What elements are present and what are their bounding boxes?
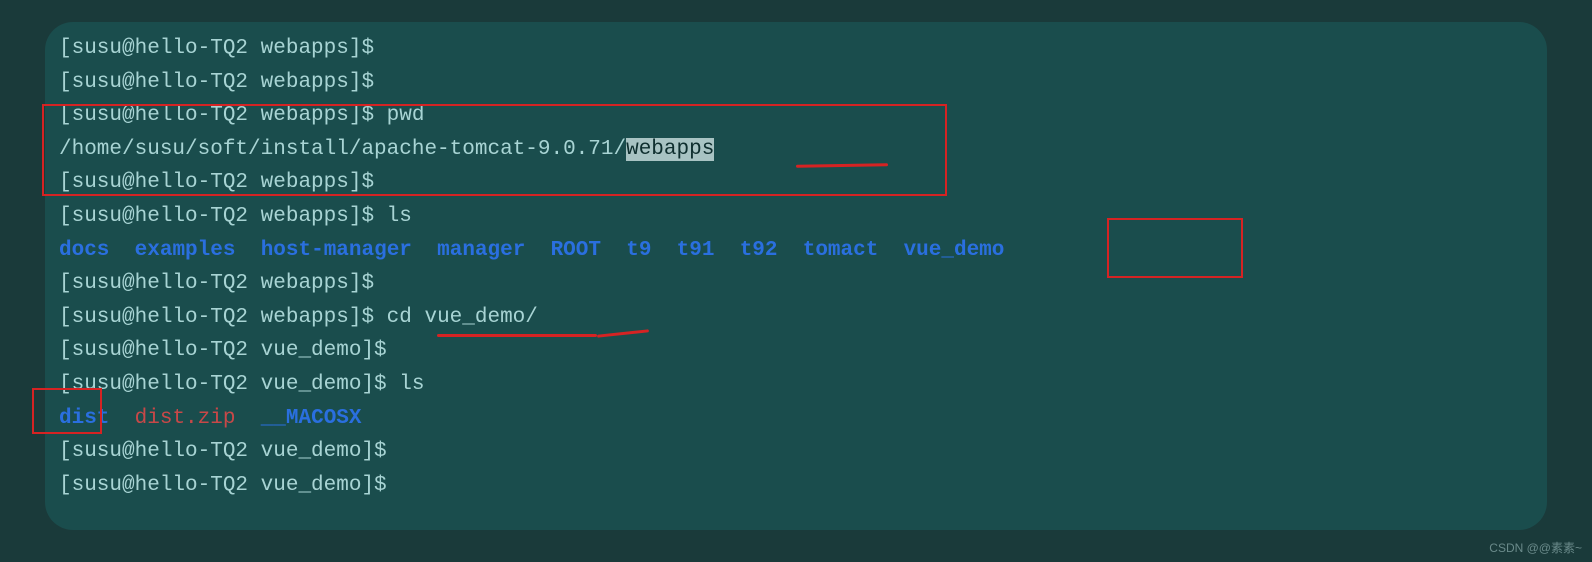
prompt: [susu@hello-TQ2 webapps]$ (59, 272, 387, 295)
dir-entry: examples (135, 239, 236, 262)
prompt: [susu@hello-TQ2 webapps]$ (59, 205, 387, 228)
terminal-line: [susu@hello-TQ2 webapps]$ (59, 66, 1533, 100)
dir-entry: host-manager (261, 239, 412, 262)
dir-entry: vue_demo (904, 239, 1005, 262)
prompt: [susu@hello-TQ2 webapps]$ (59, 104, 387, 127)
command-text: ls (399, 373, 424, 396)
prompt: [susu@hello-TQ2 vue_demo]$ (59, 440, 399, 463)
dir-entry: t9 (626, 239, 651, 262)
dir-entry: t92 (740, 239, 778, 262)
prompt: [susu@hello-TQ2 vue_demo]$ (59, 339, 399, 362)
watermark: CSDN @@素素~ (1489, 539, 1582, 558)
command-text: ls (387, 205, 412, 228)
terminal-line: [susu@hello-TQ2 webapps]$ (59, 166, 1533, 200)
terminal-line: [susu@hello-TQ2 vue_demo]$ (59, 334, 1533, 368)
terminal-line: [susu@hello-TQ2 vue_demo]$ ls (59, 368, 1533, 402)
file-entry: dist.zip (135, 407, 236, 430)
pwd-path: /home/susu/soft/install/apache-tomcat-9.… (59, 138, 626, 161)
dir-entry: __MACOSX (261, 407, 362, 430)
prompt: [susu@hello-TQ2 vue_demo]$ (59, 373, 399, 396)
ls-output: docs examples host-manager manager ROOT … (59, 234, 1533, 268)
pwd-selected: webapps (626, 138, 714, 161)
terminal-line: [susu@hello-TQ2 webapps]$ ls (59, 200, 1533, 234)
prompt: [susu@hello-TQ2 webapps]$ (59, 37, 387, 60)
prompt: [susu@hello-TQ2 vue_demo]$ (59, 474, 399, 497)
dir-entry: tomact (803, 239, 879, 262)
terminal-output: /home/susu/soft/install/apache-tomcat-9.… (59, 133, 1533, 167)
terminal-line: [susu@hello-TQ2 webapps]$ pwd (59, 99, 1533, 133)
dir-entry: docs (59, 239, 109, 262)
terminal-window[interactable]: [susu@hello-TQ2 webapps]$ [susu@hello-TQ… (45, 22, 1547, 530)
prompt: [susu@hello-TQ2 webapps]$ (59, 306, 387, 329)
annotation-underline (437, 334, 597, 337)
terminal-line: [susu@hello-TQ2 webapps]$ (59, 32, 1533, 66)
prompt: [susu@hello-TQ2 webapps]$ (59, 71, 387, 94)
dir-entry: dist (59, 407, 109, 430)
terminal-line: [susu@hello-TQ2 vue_demo]$ (59, 469, 1533, 503)
prompt: [susu@hello-TQ2 webapps]$ (59, 171, 387, 194)
command-text: pwd (387, 104, 425, 127)
dir-entry: t91 (677, 239, 715, 262)
dir-entry: ROOT (551, 239, 601, 262)
terminal-line: [susu@hello-TQ2 webapps]$ (59, 267, 1533, 301)
terminal-line: [susu@hello-TQ2 vue_demo]$ (59, 435, 1533, 469)
ls-output: dist dist.zip __MACOSX (59, 402, 1533, 436)
command-text: cd vue_demo/ (387, 306, 538, 329)
terminal-line: [susu@hello-TQ2 webapps]$ cd vue_demo/ (59, 301, 1533, 335)
dir-entry: manager (437, 239, 525, 262)
